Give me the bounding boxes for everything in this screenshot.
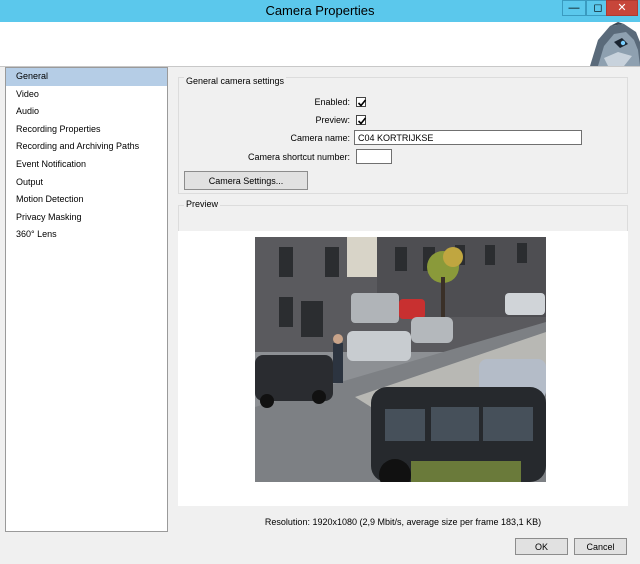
maximize-icon: ◻ [593,2,603,14]
shortcut-number-input[interactable] [356,149,392,164]
wolf-logo-icon [584,22,640,66]
checkmark-icon [357,99,367,107]
camera-name-label: Camera name: [290,133,350,143]
enabled-checkbox[interactable] [356,97,367,107]
sidebar-item-output[interactable]: Output [6,174,167,192]
close-icon: ✕ [617,2,627,14]
general-section-title: General camera settings [184,76,287,86]
camera-preview-image [255,237,546,482]
sidebar-item-privacy-masking[interactable]: Privacy Masking [6,209,167,227]
close-button[interactable]: ✕ [606,0,638,16]
checkmark-icon [357,117,367,125]
minimize-icon: — [568,2,580,14]
enabled-label: Enabled: [314,97,350,107]
preview-section-title: Preview [184,199,221,209]
sidebar-item-recording-properties[interactable]: Recording Properties [6,121,167,139]
sidebar-item-motion-detection[interactable]: Motion Detection [6,191,167,209]
sidebar-item-video[interactable]: Video [6,86,167,104]
sidebar-item-recording-archiving-paths[interactable]: Recording and Archiving Paths [6,138,167,156]
cancel-button[interactable]: Cancel [574,538,627,555]
sidebar-nav: General Video Audio Recording Properties… [5,67,168,532]
sidebar-item-general[interactable]: General [6,68,167,86]
preview-checkbox[interactable] [356,115,367,125]
minimize-button[interactable]: — [562,0,586,16]
general-panel: General camera settings Enabled: Preview… [178,71,628,532]
sidebar-item-audio[interactable]: Audio [6,103,167,121]
sidebar-item-360-lens[interactable]: 360° Lens [6,226,167,244]
title-bar: Camera Properties — ◻ ✕ [0,0,640,22]
camera-settings-button[interactable]: Camera Settings... [184,171,308,190]
preview-label: Preview: [315,115,350,125]
sidebar-item-event-notification[interactable]: Event Notification [6,156,167,174]
window-title: Camera Properties [265,3,375,18]
ok-button[interactable]: OK [515,538,568,555]
shortcut-label: Camera shortcut number: [247,152,350,162]
resolution-info: Resolution: 1920x1080 (2,9 Mbit/s, avera… [264,517,542,527]
camera-name-input[interactable] [354,130,582,145]
header-banner [0,22,640,67]
